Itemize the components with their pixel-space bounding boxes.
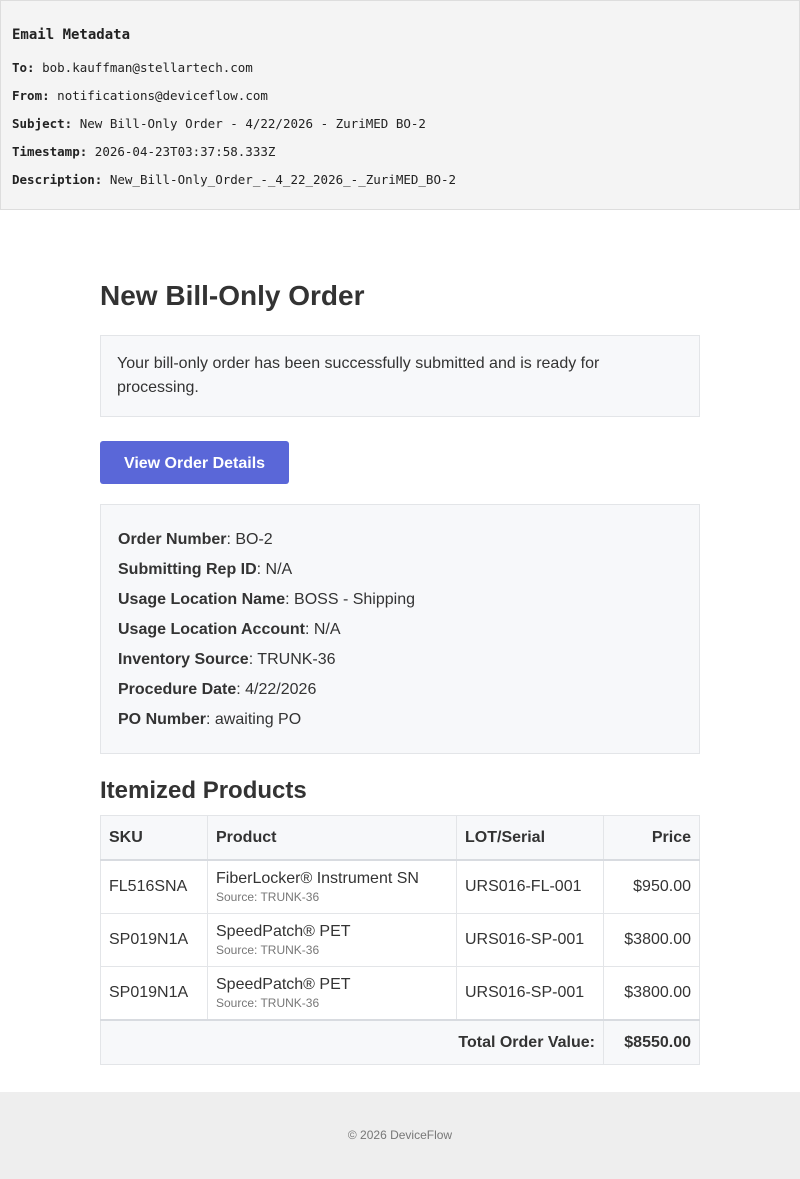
metadata-from-label: From: (12, 88, 50, 103)
product-name: FiberLocker® Instrument SN (216, 870, 419, 887)
cell-price: $3800.00 (603, 966, 700, 1021)
page-title: New Bill-Only Order (100, 280, 365, 311)
detail-label: PO Number (118, 711, 207, 728)
total-value: $8550.00 (603, 1019, 700, 1065)
metadata-to: To: bob.kauffman@stellartech.com (12, 60, 253, 75)
detail-value: : awaiting PO (206, 711, 302, 728)
cell-price: $3800.00 (603, 913, 700, 967)
product-source: Source: TRUNK-36 (216, 996, 320, 1010)
column-header-lot: LOT/Serial (456, 815, 604, 861)
metadata-description: Description: New_Bill-Only_Order_-_4_22_… (12, 172, 456, 187)
metadata-timestamp: Timestamp: 2026-04-23T03:37:58.333Z (12, 144, 275, 159)
detail-label: Order Number (118, 531, 227, 548)
cell-lot: URS016-FL-001 (456, 860, 604, 914)
detail-order-number: Order Number: BO-2 (118, 531, 273, 549)
cell-sku: FL516SNA (100, 860, 208, 914)
metadata-timestamp-label: Timestamp: (12, 144, 88, 159)
detail-value: : 4/22/2026 (236, 681, 317, 698)
cell-product: FiberLocker® Instrument SN Source: TRUNK… (207, 860, 457, 914)
product-source: Source: TRUNK-36 (216, 890, 320, 904)
total-row: Total Order Value: $8550.00 (100, 1019, 700, 1065)
detail-label: Inventory Source (118, 651, 249, 668)
detail-label: Usage Location Name (118, 591, 286, 608)
cell-product: SpeedPatch® PET Source: TRUNK-36 (207, 913, 457, 967)
products-heading: Itemized Products (100, 777, 307, 804)
column-header-sku: SKU (100, 815, 208, 861)
metadata-subject-value: New Bill-Only Order - 4/22/2026 - ZuriME… (79, 116, 426, 131)
detail-label: Submitting Rep ID (118, 561, 257, 578)
detail-po-number: PO Number: awaiting PO (118, 711, 301, 729)
detail-label: Usage Location Account (118, 621, 305, 638)
detail-value: : N/A (304, 621, 341, 638)
metadata-from-value: notifications@deviceflow.com (57, 88, 268, 103)
footer: © 2026 DeviceFlow (0, 1092, 800, 1179)
metadata-to-label: To: (12, 60, 35, 75)
detail-inventory-source: Inventory Source: TRUNK-36 (118, 651, 336, 669)
product-name: SpeedPatch® PET (216, 976, 351, 993)
detail-value: : BO-2 (226, 531, 273, 548)
table-row: FL516SNA FiberLocker® Instrument SN Sour… (100, 860, 700, 914)
detail-value: : TRUNK-36 (248, 651, 336, 668)
cell-product: SpeedPatch® PET Source: TRUNK-36 (207, 966, 457, 1021)
metadata-to-value: bob.kauffman@stellartech.com (42, 60, 253, 75)
column-header-price: Price (603, 815, 700, 861)
metadata-description-label: Description: (12, 172, 103, 187)
detail-procedure-date: Procedure Date: 4/22/2026 (118, 681, 316, 699)
metadata-title: Email Metadata (12, 27, 131, 43)
products-table: SKU Product LOT/Serial Price FL516SNA Fi… (100, 815, 700, 1065)
table-row: SP019N1A SpeedPatch® PET Source: TRUNK-3… (100, 913, 700, 967)
cell-sku: SP019N1A (100, 966, 208, 1021)
email-metadata-panel: Email Metadata To: bob.kauffman@stellart… (0, 0, 800, 210)
metadata-subject: Subject: New Bill-Only Order - 4/22/2026… (12, 116, 426, 131)
detail-value: : N/A (256, 561, 293, 578)
cell-lot: URS016-SP-001 (456, 913, 604, 967)
table-header-row: SKU Product LOT/Serial Price (100, 815, 700, 861)
view-order-details-button[interactable]: View Order Details (100, 441, 289, 484)
success-notice: Your bill-only order has been successful… (100, 335, 700, 417)
metadata-description-value: New_Bill-Only_Order_-_4_22_2026_-_ZuriME… (109, 172, 457, 187)
product-source: Source: TRUNK-36 (216, 943, 320, 957)
metadata-timestamp-value: 2026-04-23T03:37:58.333Z (94, 144, 276, 159)
table-row: SP019N1A SpeedPatch® PET Source: TRUNK-3… (100, 966, 700, 1021)
detail-submitting-rep-id: Submitting Rep ID: N/A (118, 561, 292, 579)
metadata-subject-label: Subject: (12, 116, 73, 131)
cell-price: $950.00 (603, 860, 700, 914)
order-details-panel: Order Number: BO-2 Submitting Rep ID: N/… (100, 504, 700, 754)
product-name: SpeedPatch® PET (216, 923, 351, 940)
cell-sku: SP019N1A (100, 913, 208, 967)
footer-copyright: © 2026 DeviceFlow (347, 1128, 453, 1142)
detail-usage-location-name: Usage Location Name: BOSS - Shipping (118, 591, 415, 609)
column-header-product: Product (207, 815, 457, 861)
detail-usage-location-account: Usage Location Account: N/A (118, 621, 341, 639)
cell-lot: URS016-SP-001 (456, 966, 604, 1021)
total-label: Total Order Value: (100, 1019, 604, 1065)
metadata-from: From: notifications@deviceflow.com (12, 88, 268, 103)
detail-label: Procedure Date (118, 681, 237, 698)
detail-value: : BOSS - Shipping (285, 591, 415, 608)
